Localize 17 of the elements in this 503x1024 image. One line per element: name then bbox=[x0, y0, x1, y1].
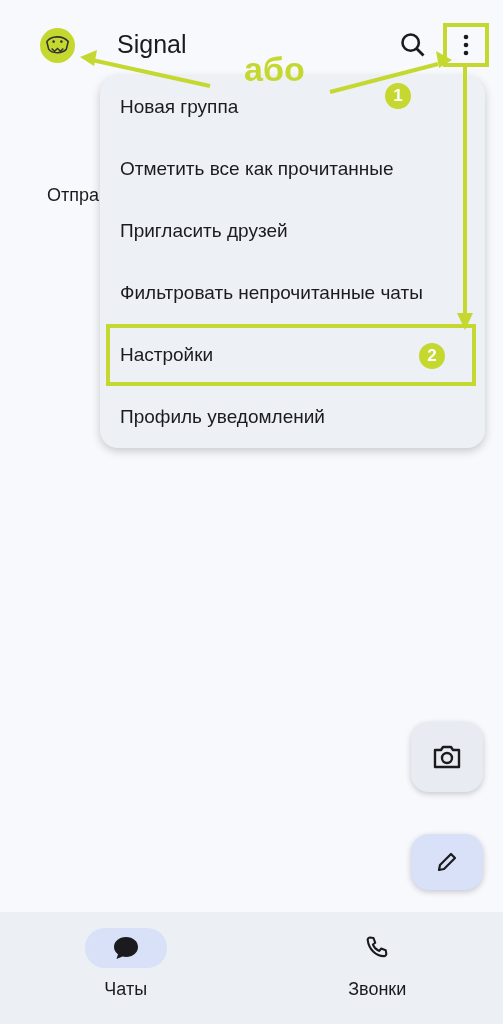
nav-tab[interactable]: Звонки bbox=[292, 912, 463, 1024]
menu-item[interactable]: Отметить все как прочитанные bbox=[100, 138, 485, 200]
search-icon[interactable] bbox=[399, 31, 427, 59]
more-icon bbox=[463, 34, 469, 56]
menu-item[interactable]: Пригласить друзей bbox=[100, 200, 485, 262]
avatar-icon[interactable] bbox=[40, 27, 75, 63]
camera-icon bbox=[432, 744, 462, 770]
pencil-icon bbox=[435, 850, 459, 874]
app-title: Signal bbox=[117, 29, 187, 61]
camera-button[interactable] bbox=[411, 722, 483, 792]
nav-tab[interactable]: Чаты bbox=[40, 912, 211, 1024]
compose-button[interactable] bbox=[411, 834, 483, 890]
menu-item[interactable]: Профиль уведомлений bbox=[100, 386, 485, 448]
chat-icon bbox=[111, 935, 140, 961]
menu-item[interactable]: Фильтровать непрочитанные чаты bbox=[100, 262, 485, 324]
chat-list-text: Отпра bbox=[47, 184, 99, 207]
annotation-label: або bbox=[244, 52, 305, 86]
